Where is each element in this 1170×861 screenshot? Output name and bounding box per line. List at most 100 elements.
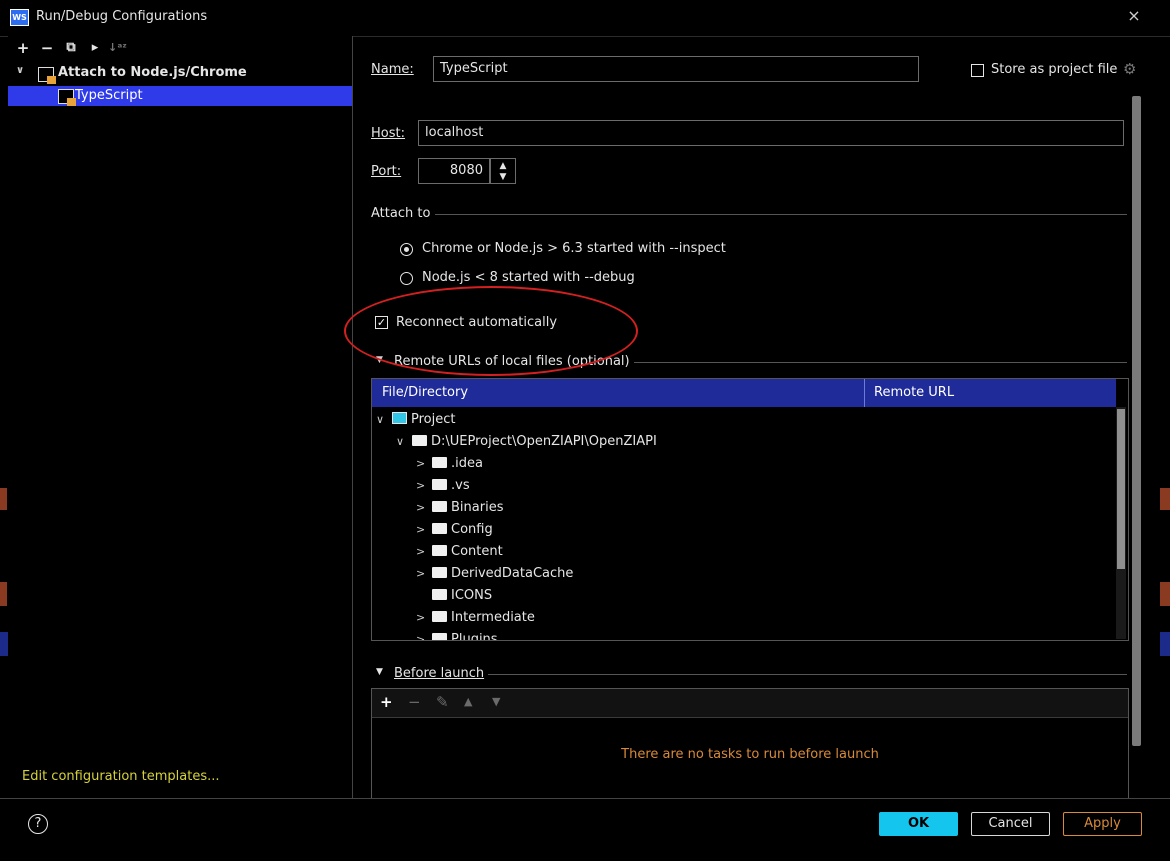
editor-bleed-strip: [0, 632, 8, 656]
close-icon[interactable]: ×: [1124, 6, 1144, 26]
table-row-label: ICONS: [451, 588, 493, 603]
table-row[interactable]: > Plugins: [416, 629, 498, 641]
folder-icon: [432, 567, 447, 578]
name-label: Name:: [371, 62, 414, 77]
ok-button[interactable]: OK: [879, 812, 958, 836]
remove-task-icon[interactable]: −: [408, 693, 421, 711]
before-launch-label: Before launch: [394, 666, 485, 681]
store-as-project-file-label: Store as project file: [991, 62, 1118, 77]
chevron-right-icon[interactable]: >: [416, 607, 432, 629]
apply-button[interactable]: Apply: [1063, 812, 1142, 836]
store-as-project-file-checkbox[interactable]: [971, 64, 984, 77]
table-body: ∨ Project ∨ D:\UEProject\OpenZIAPI\OpenZIAP…: [372, 409, 1116, 641]
editor-bleed-strip: [1160, 632, 1170, 656]
chevron-right-icon[interactable]: >: [416, 541, 432, 563]
help-icon[interactable]: ?: [28, 814, 48, 834]
remove-icon[interactable]: −: [38, 39, 56, 57]
add-icon[interactable]: +: [14, 39, 32, 57]
tree-item-typescript[interactable]: TypeScript: [8, 86, 352, 106]
move-to-folder-icon[interactable]: ▸: [86, 39, 104, 57]
table-row[interactable]: ICONS: [416, 585, 492, 607]
folder-icon: [432, 523, 447, 534]
move-down-icon[interactable]: ▼: [492, 693, 500, 711]
chevron-right-icon[interactable]: >: [416, 453, 432, 475]
chevron-down-icon[interactable]: ∨: [396, 431, 412, 453]
cancel-button[interactable]: Cancel: [971, 812, 1050, 836]
before-launch-empty-text: There are no tasks to run before launch: [621, 747, 879, 762]
folder-icon: [432, 501, 447, 512]
table-row-label: Config: [451, 522, 493, 537]
chevron-right-icon[interactable]: >: [416, 475, 432, 497]
host-label: Host:: [371, 126, 405, 141]
section-divider: [488, 674, 1127, 675]
table-row-label: D:\UEProject\OpenZIAPI\OpenZIAPI: [431, 434, 657, 449]
title-bar: WS Run/Debug Configurations ×: [0, 0, 1170, 37]
table-row-label: DerivedDataCache: [451, 566, 574, 581]
table-scrollbar[interactable]: [1116, 407, 1126, 639]
editor-bleed-strip: [1160, 582, 1170, 606]
folder-icon: [432, 545, 447, 556]
edit-task-icon[interactable]: ✎: [436, 693, 449, 711]
window-title: Run/Debug Configurations: [36, 9, 208, 24]
radio-inspect[interactable]: [400, 243, 413, 256]
table-row[interactable]: > Binaries: [416, 497, 503, 519]
section-divider: [435, 214, 1127, 215]
editor-bleed-strip: [0, 488, 7, 510]
table-row[interactable]: > .idea: [416, 453, 483, 475]
annotation-circle: [344, 286, 638, 376]
edit-configuration-templates-link[interactable]: Edit configuration templates...: [22, 769, 220, 784]
tree-item-label: Attach to Node.js/Chrome: [58, 65, 247, 80]
sort-icon[interactable]: ↓ᵃᶻ: [108, 39, 127, 57]
add-task-icon[interactable]: +: [380, 693, 393, 711]
table-row[interactable]: > Config: [416, 519, 493, 541]
table-row-label: .vs: [451, 478, 470, 493]
table-row-label: Plugins: [451, 632, 498, 641]
column-header-remote-url[interactable]: Remote URL: [874, 385, 954, 400]
collapse-arrow-icon[interactable]: ▼: [376, 667, 383, 677]
radio-inspect-label: Chrome or Node.js > 6.3 started with --i…: [422, 241, 726, 256]
folder-icon: [432, 457, 447, 468]
chevron-right-icon[interactable]: >: [416, 497, 432, 519]
before-launch-panel: + − ✎ ▲ ▼ There are no tasks to run befo…: [371, 688, 1129, 800]
radio-debug[interactable]: [400, 272, 413, 285]
table-row[interactable]: > .vs: [416, 475, 470, 497]
port-stepper[interactable]: ▲ ▼: [490, 158, 516, 184]
before-launch-toolbar: + − ✎ ▲ ▼: [372, 689, 1128, 718]
tree-item-attach-node-chrome[interactable]: ∨ Attach to Node.js/Chrome: [16, 64, 352, 84]
configurations-sidebar: + − ⧉ ▸ ↓ᵃᶻ ∨ Attach to Node.js/Chrome T…: [8, 36, 353, 798]
port-label: Port:: [371, 164, 402, 179]
name-field[interactable]: TypeScript: [433, 56, 919, 82]
chevron-right-icon[interactable]: >: [416, 629, 432, 640]
folder-icon: [432, 611, 447, 622]
chevron-down-icon[interactable]: ∨: [376, 409, 392, 431]
host-field[interactable]: localhost: [418, 120, 1124, 146]
table-header: File/Directory Remote URL: [372, 379, 1116, 407]
folder-icon: [432, 589, 447, 600]
column-header-file-directory[interactable]: File/Directory: [382, 385, 468, 400]
chevron-right-icon[interactable]: >: [416, 563, 432, 585]
port-field[interactable]: 8080: [418, 158, 490, 184]
gear-icon[interactable]: ⚙: [1123, 60, 1136, 78]
editor-bleed-strip: [0, 582, 7, 606]
table-row[interactable]: ∨ D:\UEProject\OpenZIAPI\OpenZIAPI: [396, 431, 657, 453]
chevron-right-icon[interactable]: >: [416, 519, 432, 541]
move-up-icon[interactable]: ▲: [464, 693, 472, 711]
folder-icon: [412, 435, 427, 446]
table-row[interactable]: > Intermediate: [416, 607, 535, 629]
table-scrollbar-thumb[interactable]: [1117, 409, 1125, 569]
radio-debug-label: Node.js < 8 started with --debug: [422, 270, 635, 285]
tree-item-label: TypeScript: [75, 88, 143, 103]
table-row-label: Binaries: [451, 500, 504, 515]
main-scrollbar[interactable]: [1132, 96, 1141, 746]
remote-urls-table[interactable]: File/Directory Remote URL ∨ Project ∨ D:\UE…: [371, 378, 1129, 641]
copy-icon[interactable]: ⧉: [62, 39, 80, 57]
table-row[interactable]: > Content: [416, 541, 503, 563]
table-row-label: Intermediate: [451, 610, 535, 625]
folder-icon: [432, 479, 447, 490]
column-separator[interactable]: [864, 379, 865, 407]
nodejs-config-icon: [58, 89, 76, 106]
table-row-label: Project: [411, 412, 456, 427]
table-row[interactable]: > DerivedDataCache: [416, 563, 573, 585]
table-row[interactable]: ∨ Project: [376, 409, 455, 431]
chevron-down-icon[interactable]: ∨: [16, 65, 24, 76]
